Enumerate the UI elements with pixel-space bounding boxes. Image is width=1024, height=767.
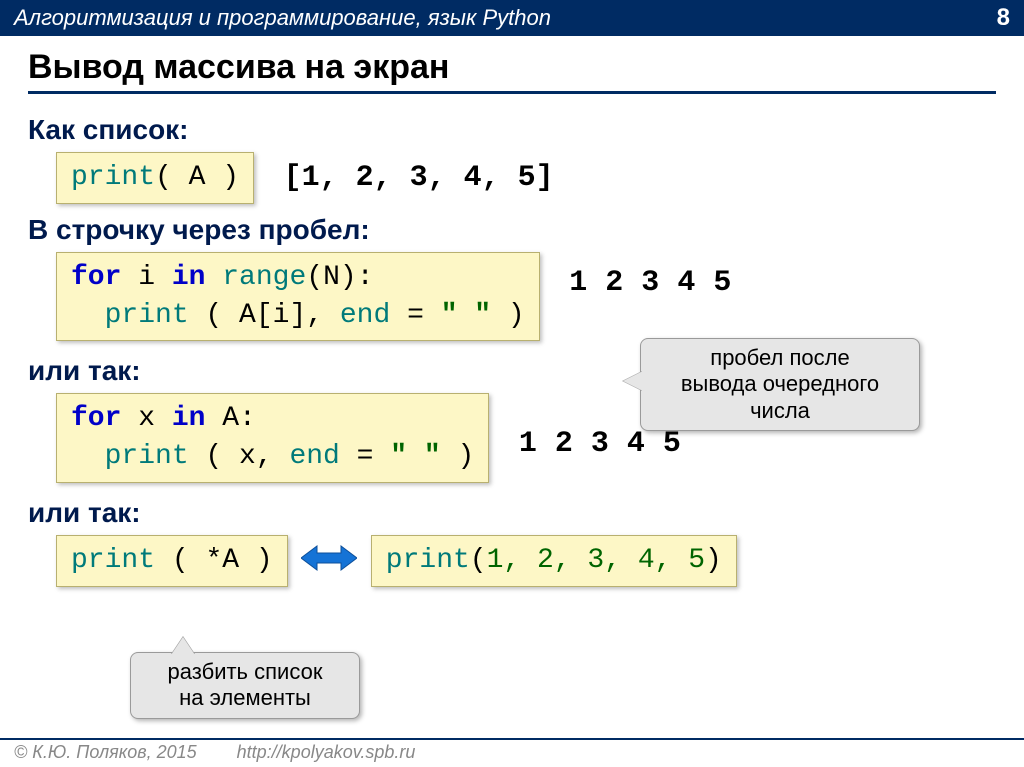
header-bar: Алгоритмизация и программирование, язык … [0, 0, 1024, 36]
footer: © К.Ю. Поляков, 2015 http://kpolyakov.sp… [0, 738, 1024, 763]
subhead-as-list: Как списoк: [28, 114, 996, 146]
code-for-x: for x in A: print ( x, end = " " ) [56, 393, 489, 483]
code-print-unpacked: print(1, 2, 3, 4, 5) [371, 535, 737, 587]
output-spaced-1: 1 2 3 4 5 [569, 266, 731, 300]
output-spaced-2: 1 2 3 4 5 [519, 427, 681, 461]
callout-text: разбить список на элементы [168, 659, 323, 710]
double-arrow-icon [301, 544, 357, 578]
breadcrumb: Алгоритмизация и программирование, язык … [14, 5, 551, 31]
code-print-star: print ( *A ) [56, 535, 288, 587]
footer-copyright: © К.Ю. Поляков, 2015 [14, 742, 197, 763]
output-list: [1, 2, 3, 4, 5] [284, 161, 554, 195]
footer-url: http://kpolyakov.spb.ru [237, 742, 416, 763]
page-title: Вывод массива на экран [28, 48, 996, 94]
code-print-a: print( A ) [56, 152, 254, 204]
callout-split-list: разбить список на элементы [130, 652, 360, 719]
callout-space-after: пробел после вывода очередного числа [640, 338, 920, 431]
callout-text: пробел после вывода очередного числа [681, 345, 879, 423]
page-number: 8 [997, 4, 1010, 32]
subhead-in-row: В строчку через пробел: [28, 214, 996, 246]
code-for-range: for i in range(N): print ( A[i], end = "… [56, 252, 540, 342]
subhead-or-2: или так: [28, 497, 996, 529]
